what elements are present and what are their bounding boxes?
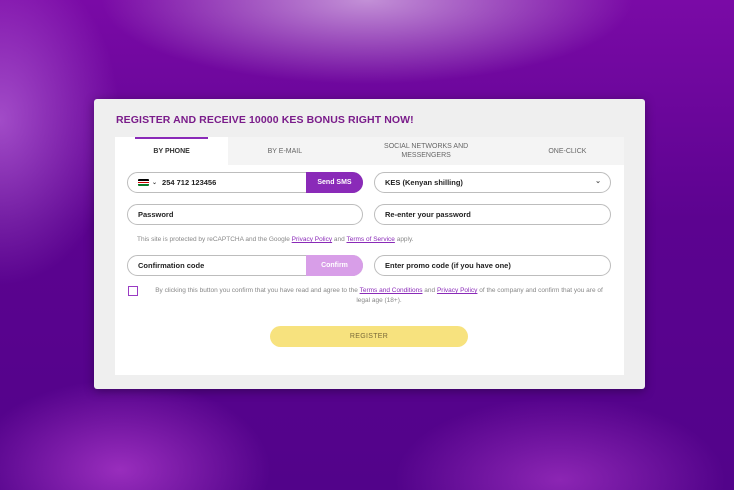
recaptcha-text: This site is protected by reCAPTCHA and … [137,236,290,243]
confirm-password-field [374,204,611,225]
recaptcha-notice: This site is protected by reCAPTCHA and … [137,236,414,243]
consent-and: and [424,287,436,294]
tab-one-click[interactable]: ONE-CLICK [511,137,624,165]
currency-select[interactable]: KES (Kenyan shilling) ⌄ [374,172,611,193]
tab-by-phone[interactable]: BY PHONE [115,137,229,165]
recaptcha-apply: apply. [396,236,414,243]
confirm-password-input[interactable] [375,210,610,219]
kenya-flag-icon[interactable] [138,179,149,186]
phone-input[interactable] [160,178,301,187]
tab-social-networks[interactable]: SOCIAL NETWORKS AND MESSENGERS [342,137,511,165]
registration-tabs: BY PHONE BY E-MAIL SOCIAL NETWORKS AND M… [115,137,624,165]
promo-code-input[interactable] [375,261,610,270]
consent-text-1: By clicking this button you confirm that… [155,287,358,294]
terms-of-service-link[interactable]: Terms of Service [346,236,394,243]
register-button[interactable]: REGISTER [270,326,468,347]
modal-title: REGISTER AND RECEIVE 10000 KES BONUS RIG… [116,114,414,126]
recaptcha-and: and [333,236,345,243]
phone-field: ⌄ Send SMS [127,172,363,193]
chevron-down-icon[interactable]: ⌄ [152,179,157,186]
consent-text: By clicking this button you confirm that… [149,286,609,306]
terms-and-conditions-link[interactable]: Terms and Conditions [360,287,423,294]
confirm-button[interactable]: Confirm [306,255,363,276]
chevron-down-icon: ⌄ [595,178,601,185]
consent-privacy-policy-link[interactable]: Privacy Policy [437,287,477,294]
tab-by-email[interactable]: BY E-MAIL [228,137,341,165]
promo-code-field [374,255,611,276]
currency-selected-value: KES (Kenyan shilling) [385,178,463,187]
registration-panel: BY PHONE BY E-MAIL SOCIAL NETWORKS AND M… [115,137,624,375]
registration-modal: REGISTER AND RECEIVE 10000 KES BONUS RIG… [94,99,645,389]
confirmation-code-field: Confirm [127,255,363,276]
send-sms-button[interactable]: Send SMS [306,172,363,193]
privacy-policy-link[interactable]: Privacy Policy [292,236,332,243]
password-field [127,204,363,225]
password-input[interactable] [128,210,362,219]
consent-checkbox[interactable] [128,286,138,296]
confirmation-code-input[interactable] [128,261,298,270]
